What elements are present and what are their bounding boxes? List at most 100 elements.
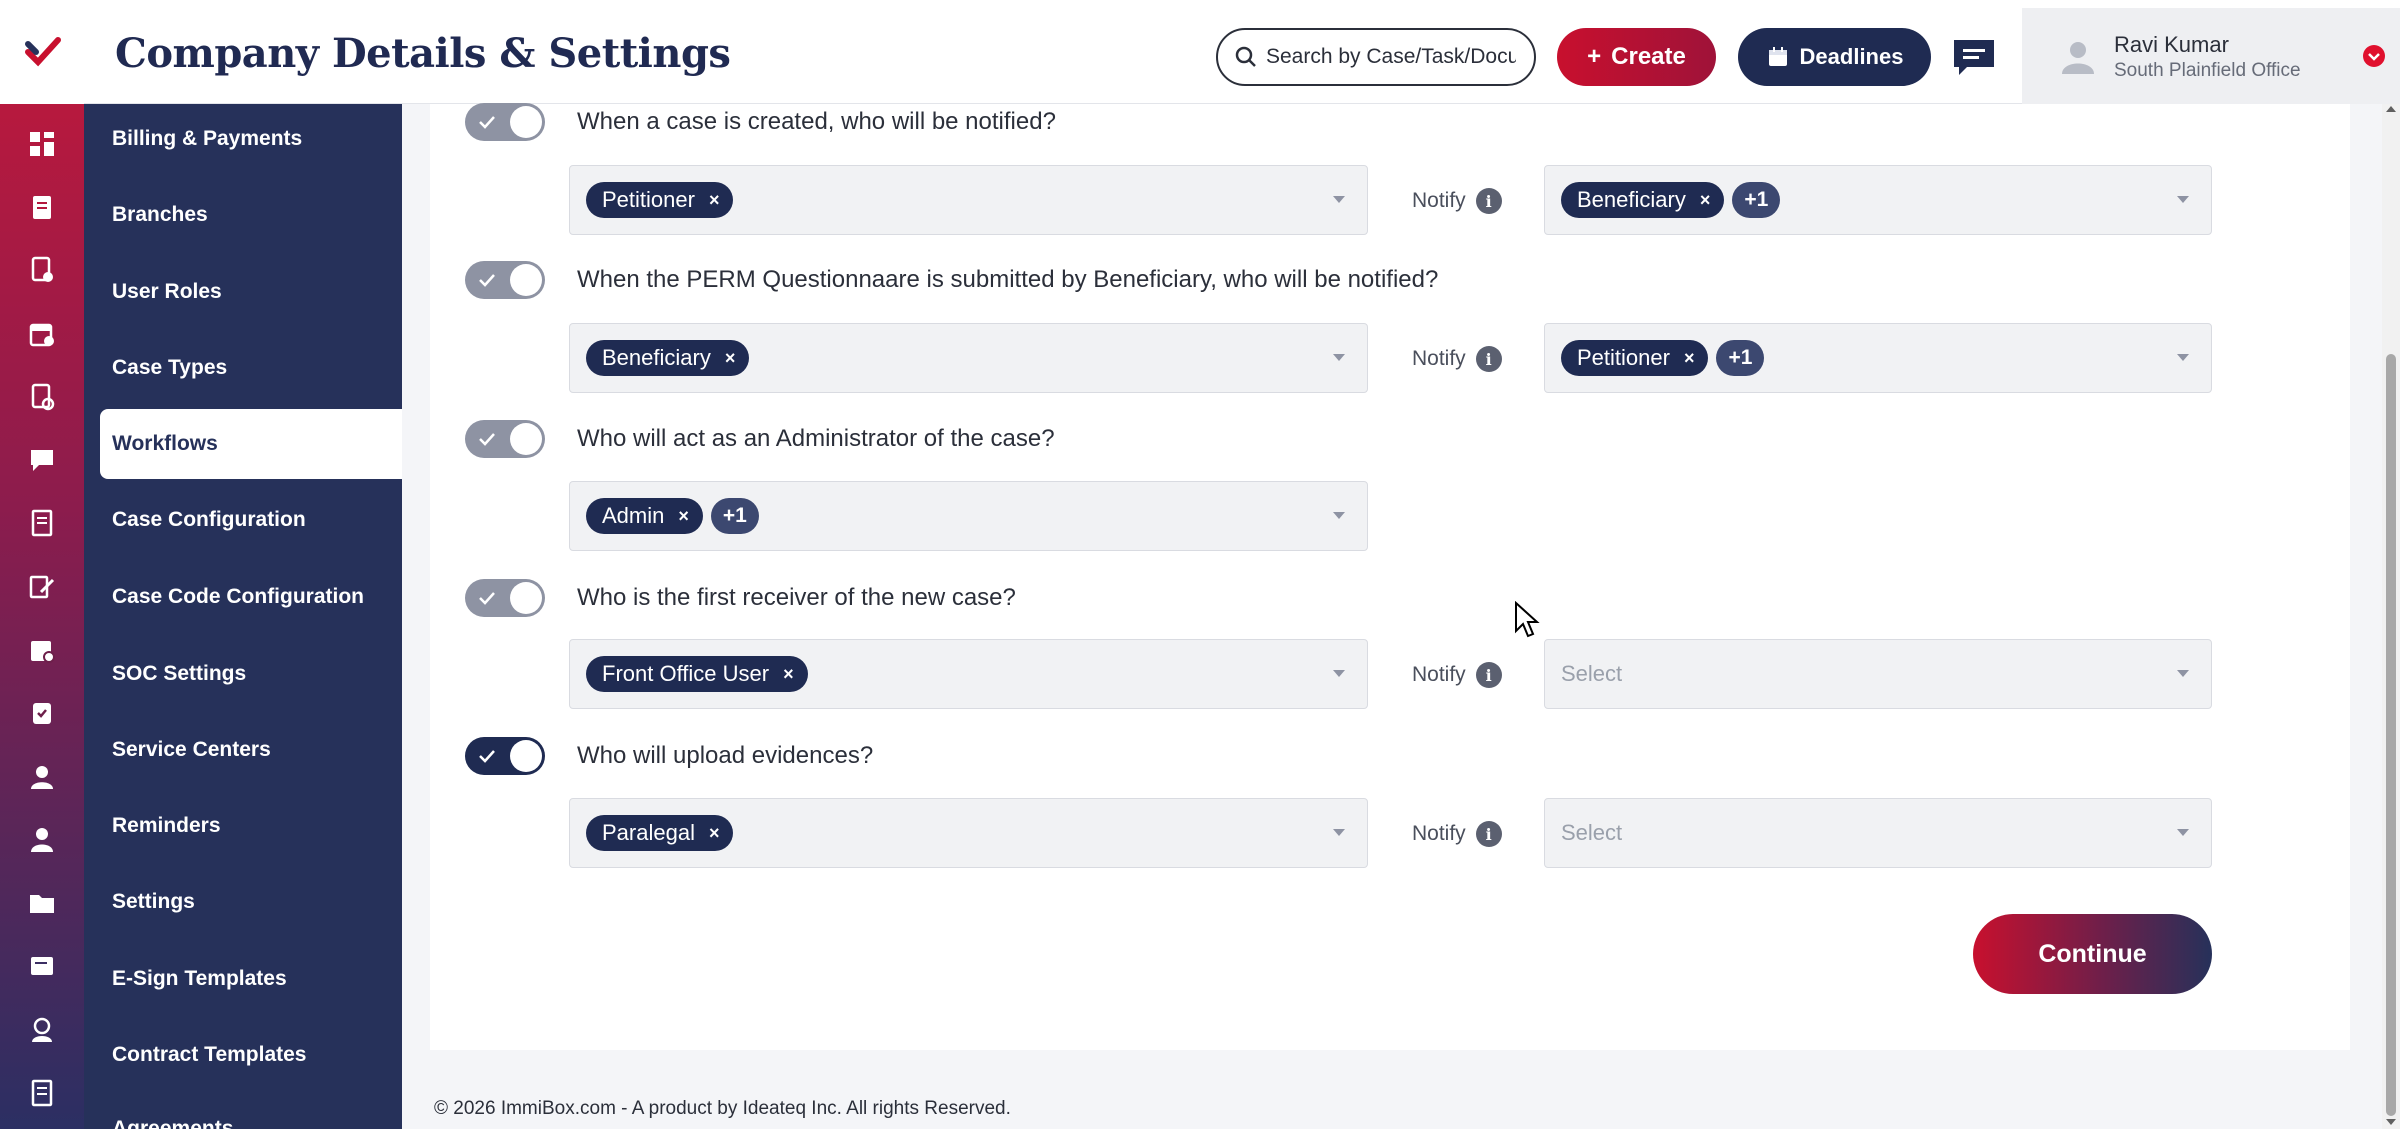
menu-item-case-configuration[interactable]: Case Configuration — [84, 485, 402, 555]
messages-button[interactable] — [1951, 36, 1997, 78]
select-administrator-roles[interactable]: Admin × +1 — [569, 481, 1368, 551]
user-menu[interactable]: Ravi Kumar South Plainfield Office — [2022, 8, 2400, 104]
search-icon — [1235, 46, 1256, 67]
toggle-upload-evidences[interactable] — [465, 737, 545, 775]
check-icon — [479, 750, 495, 763]
receipt-icon[interactable] — [0, 492, 84, 555]
remove-chip-icon[interactable]: × — [678, 506, 689, 527]
chip-admin: Admin × — [586, 498, 703, 534]
menu-item-case-code-configuration[interactable]: Case Code Configuration — [84, 562, 402, 632]
menu-item-workflows[interactable]: Workflows — [100, 409, 402, 479]
select-perm-roles[interactable]: Beneficiary × — [569, 323, 1368, 393]
search-input[interactable] — [1266, 45, 1516, 69]
select-case-created-notify[interactable]: Beneficiary × +1 — [1544, 165, 2212, 235]
menu-item-service-centers[interactable]: Service Centers — [84, 715, 402, 785]
toggle-first-receiver[interactable] — [465, 579, 545, 617]
info-icon[interactable]: i — [1475, 346, 1502, 372]
chevron-down-icon — [1333, 196, 1345, 203]
app-logo[interactable] — [0, 0, 84, 104]
chip-petitioner: Petitioner × — [1561, 340, 1709, 376]
clipboard-icon[interactable] — [0, 175, 84, 238]
menu-item-branches[interactable]: Branches — [84, 180, 402, 250]
folder-icon[interactable] — [0, 872, 84, 935]
chat-icon[interactable] — [0, 428, 84, 491]
info-icon[interactable]: i — [1475, 188, 1502, 214]
dashboard-icon[interactable] — [0, 112, 84, 175]
question-perm-questionnaire: When the PERM Questionnaare is submitted… — [577, 266, 1439, 293]
remove-chip-icon[interactable]: × — [725, 348, 736, 369]
chevron-down-icon — [2177, 354, 2189, 361]
notify-label-row2: Notify i — [1412, 346, 1502, 372]
chevron-down-icon — [2177, 196, 2189, 203]
notify-label-row4: Notify i — [1412, 662, 1502, 688]
toggle-administrator[interactable] — [465, 420, 545, 458]
menu-item-billing-payments[interactable]: Billing & Payments — [84, 104, 402, 174]
menu-item-reminders[interactable]: Reminders — [84, 791, 402, 861]
note-icon[interactable] — [0, 935, 84, 998]
remove-chip-icon[interactable]: × — [1684, 348, 1695, 369]
user-office: South Plainfield Office — [2114, 60, 2301, 81]
calendar-icon[interactable] — [0, 302, 84, 365]
select-first-receiver-notify[interactable]: Select — [1544, 639, 2212, 709]
top-header: Company Details & Settings + Create Dead… — [84, 0, 2400, 104]
menu-item-case-types[interactable]: Case Types — [84, 333, 402, 403]
select-upload-evidences-roles[interactable]: Paralegal × — [569, 798, 1368, 868]
logo-icon — [25, 37, 61, 67]
menu-item-settings[interactable]: Settings — [84, 867, 402, 937]
remove-chip-icon[interactable]: × — [709, 823, 720, 844]
person-icon[interactable] — [0, 745, 84, 808]
badge-icon[interactable] — [0, 618, 84, 681]
info-icon[interactable]: i — [1475, 821, 1502, 847]
info-icon[interactable]: i — [1475, 662, 1502, 688]
chip-paralegal: Paralegal × — [586, 815, 734, 851]
user-name: Ravi Kumar — [2114, 32, 2229, 57]
rail-icon-list — [0, 112, 84, 1125]
select-case-created-roles[interactable]: Petitioner × — [569, 165, 1368, 235]
select-perm-notify[interactable]: Petitioner × +1 — [1544, 323, 2212, 393]
scroll-down-icon[interactable] — [2386, 1119, 2396, 1125]
chevron-down-icon — [2177, 829, 2189, 836]
menu-item-agreements[interactable]: Agreements — [84, 1094, 402, 1129]
plus-icon: + — [1587, 43, 1602, 70]
user-tie-icon[interactable] — [0, 808, 84, 871]
question-case-created: When a case is created, who will be noti… — [577, 108, 1056, 135]
document-icon[interactable] — [0, 239, 84, 302]
clipboard-check-icon[interactable] — [0, 682, 84, 745]
chevron-down-icon — [1333, 354, 1345, 361]
edit-icon[interactable] — [0, 555, 84, 618]
deadlines-button[interactable]: Deadlines — [1738, 28, 1931, 86]
menu-item-esign-templates[interactable]: E-Sign Templates — [84, 944, 402, 1014]
page-scrollbar[interactable] — [2382, 104, 2400, 1129]
create-button[interactable]: + Create — [1557, 28, 1716, 86]
chip-beneficiary: Beneficiary × — [586, 340, 750, 376]
chevron-down-icon — [1333, 829, 1345, 836]
continue-button[interactable]: Continue — [1973, 914, 2212, 994]
toggle-case-created[interactable] — [465, 103, 545, 141]
avatar-icon — [2062, 42, 2094, 74]
toggle-knob — [510, 582, 542, 614]
check-icon — [479, 433, 495, 446]
scroll-up-icon[interactable] — [2386, 106, 2396, 112]
remove-chip-icon[interactable]: × — [1700, 190, 1711, 211]
select-upload-evidences-notify[interactable]: Select — [1544, 798, 2212, 868]
scroll-thumb[interactable] — [2386, 354, 2396, 1116]
deadlines-label: Deadlines — [1799, 44, 1904, 69]
search-box[interactable] — [1216, 28, 1536, 86]
toggle-knob — [510, 106, 542, 138]
toggle-perm-questionnaire[interactable] — [465, 261, 545, 299]
remove-chip-icon[interactable]: × — [709, 190, 720, 211]
chevron-down-icon[interactable] — [2362, 44, 2386, 68]
toggle-knob — [510, 740, 542, 772]
report-icon[interactable] — [0, 1061, 84, 1124]
form-icon[interactable] — [0, 365, 84, 428]
menu-item-user-roles[interactable]: User Roles — [84, 257, 402, 327]
select-first-receiver-roles[interactable]: Front Office User × — [569, 639, 1368, 709]
question-first-receiver: Who is the first receiver of the new cas… — [577, 584, 1016, 611]
menu-item-soc-settings[interactable]: SOC Settings — [84, 639, 402, 709]
question-upload-evidences: Who will upload evidences? — [577, 742, 874, 769]
menu-item-contract-templates[interactable]: Contract Templates — [84, 1020, 402, 1090]
mouse-cursor-icon — [1515, 601, 1540, 638]
footer-copyright: © 2026 ImmiBox.com - A product by Ideate… — [434, 1098, 1011, 1119]
support-agent-icon[interactable] — [0, 998, 84, 1061]
remove-chip-icon[interactable]: × — [783, 664, 794, 685]
